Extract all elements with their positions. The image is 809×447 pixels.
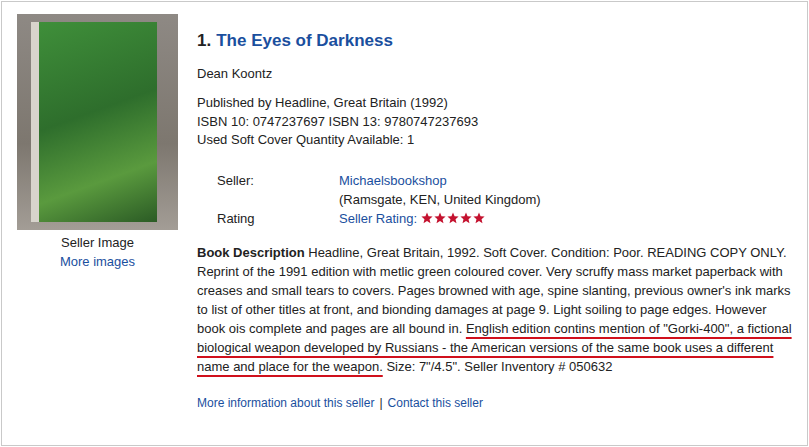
book-photo[interactable] [17, 14, 178, 230]
description-size: Size: 7"/4.5". Seller Inventory # 050632 [386, 359, 612, 374]
detail-line: ISBN 10: 0747237697 ISBN 13: 97807472376… [197, 113, 793, 132]
image-caption: Seller Image [61, 233, 134, 252]
book-description: Book Description Headline, Great Britain… [197, 243, 793, 376]
listing-title: 1. The Eyes of Darkness [197, 29, 793, 53]
star-icon [460, 212, 472, 224]
detail-line: Used Soft Cover Quantity Available: 1 [197, 131, 793, 150]
seller-links: More information about this seller | Conta… [197, 395, 793, 412]
star-icon [434, 212, 446, 224]
star-icon [421, 212, 433, 224]
image-column: Seller ImageMore images [17, 14, 178, 445]
author: Dean Koontz [197, 64, 793, 83]
listing-card: Seller ImageMore images 1. The Eyes of Dar… [1, 1, 808, 446]
footer-link[interactable]: Contact this seller [388, 396, 483, 410]
seller-table: Seller:Michaelsbookshop(Ramsgate, KEN, U… [197, 171, 793, 228]
book-cover [39, 22, 157, 222]
seller-rating-link[interactable]: Seller Rating: [339, 209, 417, 228]
details: Published by Headline, Great Britain (19… [197, 94, 793, 150]
footer-link[interactable]: More information about this seller [197, 396, 374, 410]
more-images-link[interactable]: More images [60, 252, 135, 271]
listing-number: 1. [197, 31, 211, 50]
seller-label: Seller: [217, 171, 339, 190]
description-label: Book Description [197, 245, 305, 260]
star-icon [473, 212, 485, 224]
details-column: 1. The Eyes of Darkness Dean Koontz Publish… [197, 14, 793, 445]
star-icon [447, 212, 459, 224]
title-link[interactable]: The Eyes of Darkness [216, 31, 393, 50]
seller-rating: Seller Rating: [339, 209, 793, 228]
detail-line: Published by Headline, Great Britain (19… [197, 94, 793, 113]
rating-label: Rating [217, 209, 339, 228]
stars [421, 212, 485, 224]
separator: | [379, 396, 382, 410]
seller-link[interactable]: Michaelsbookshop [339, 171, 793, 190]
seller-location: (Ramsgate, KEN, United Kingdom) [339, 190, 793, 209]
